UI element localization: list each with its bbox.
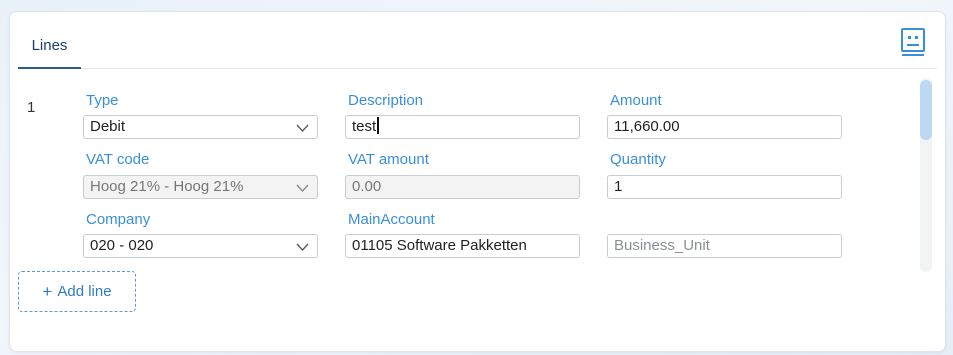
main-account-input[interactable]: 01105 Software Pakketten [345,234,580,258]
add-line-label: Add line [57,283,112,300]
company-value: 020 - 020 [90,237,154,254]
line-rows: 1 Type Debit VAT code Hoog 21% - Hoog 21… [10,69,945,274]
vat-code-label: VAT code [86,151,150,168]
vat-amount-input: 0.00 [345,175,580,199]
business-unit-placeholder: Business_Unit [614,237,710,254]
main-account-value: 01105 Software Pakketten [352,237,527,254]
lines-card: Lines 1 Type Debit VAT code Hoog 21% - H… [9,11,946,352]
company-label: Company [86,211,151,228]
vat-amount-label: VAT amount [348,151,429,168]
business-unit-input[interactable]: Business_Unit [607,234,842,258]
tab-bar: Lines [18,12,937,69]
description-label: Description [348,92,424,109]
text-cursor [377,117,380,134]
quantity-label: Quantity [610,151,666,168]
vertical-scrollbar[interactable] [920,78,932,272]
quantity-input[interactable]: 1 [607,175,842,199]
plus-icon: + [42,282,53,301]
add-line-button[interactable]: + Add line [18,271,136,312]
vat-amount-value: 0.00 [352,178,382,195]
vat-code-select: Hoog 21% - Hoog 21% [83,175,318,199]
line-number: 1 [27,99,36,116]
quantity-value: 1 [614,178,623,195]
chevron-down-icon [296,184,309,192]
company-select[interactable]: 020 - 020 [83,234,318,258]
chevron-down-icon [296,243,309,251]
main-account-label: MainAccount [348,211,435,228]
tab-lines[interactable]: Lines [18,34,81,69]
amount-input[interactable]: 11,660.00 [607,115,842,139]
vat-code-value: Hoog 21% - Hoog 21% [90,178,244,195]
description-value: test [352,118,377,135]
amount-label: Amount [610,92,662,109]
description-input[interactable]: test [345,115,580,139]
type-value: Debit [90,118,126,135]
type-label: Type [86,92,119,109]
type-select[interactable]: Debit [83,115,318,139]
amount-value: 11,660.00 [614,118,680,135]
chevron-down-icon [296,124,309,132]
view-toggle-icon[interactable] [900,27,926,59]
scrollbar-thumb[interactable] [920,80,932,140]
